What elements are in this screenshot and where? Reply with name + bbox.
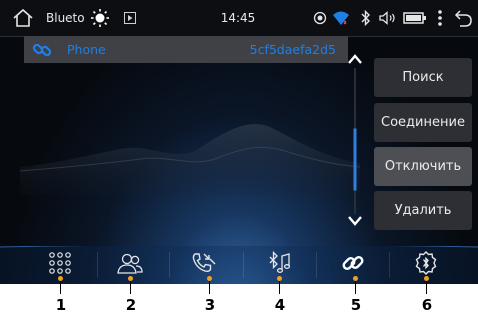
link-icon <box>32 40 52 64</box>
more-menu-icon[interactable] <box>432 0 448 36</box>
callout-dot <box>353 276 358 281</box>
contacts-icon <box>116 251 144 279</box>
nav-divider <box>316 252 317 278</box>
back-icon[interactable] <box>452 0 476 36</box>
battery-icon <box>402 0 428 36</box>
nav-divider <box>243 252 244 278</box>
callout-label-6: 6 <box>421 296 433 314</box>
nav-divider <box>169 252 170 278</box>
nav-divider <box>97 252 98 278</box>
call-log-icon <box>190 251 216 279</box>
delete-button[interactable]: Удалить <box>374 191 472 230</box>
nav-divider <box>389 252 390 278</box>
callout-label-3: 3 <box>204 296 216 314</box>
device-name: Phone <box>67 42 106 57</box>
brightness-icon[interactable] <box>88 0 112 36</box>
paired-device-row[interactable]: Phone 5cf5daefa2d5 <box>24 36 348 63</box>
media-play-icon <box>122 0 138 36</box>
clock: 14:45 <box>220 11 256 25</box>
apps-grid-icon <box>48 251 72 279</box>
app-title: Blueto <box>46 11 85 25</box>
callout-dot <box>277 276 282 281</box>
callout-label-5: 5 <box>350 296 362 314</box>
callout-label-1: 1 <box>55 296 67 314</box>
connect-button[interactable]: Соединение <box>374 103 472 142</box>
callout-dot <box>58 276 63 281</box>
nav-call-log-button[interactable] <box>173 246 233 284</box>
location-icon <box>312 0 328 36</box>
list-scrollbar[interactable] <box>346 50 364 230</box>
callout-label-4: 4 <box>274 296 286 314</box>
disconnect-button[interactable]: Отключить <box>374 147 472 186</box>
waveform-decoration <box>20 124 360 195</box>
wifi-icon <box>330 0 352 36</box>
callout-dot <box>128 276 133 281</box>
volume-icon[interactable] <box>378 0 398 36</box>
search-button[interactable]: Поиск <box>374 58 472 97</box>
status-bar: Blueto 14:45 <box>0 0 478 37</box>
callout-dot <box>424 276 429 281</box>
callout-label-2: 2 <box>125 296 137 314</box>
bluetooth-icon <box>358 0 374 36</box>
device-address: 5cf5daefa2d5 <box>249 42 336 57</box>
home-icon[interactable] <box>8 0 38 36</box>
bluetooth-screen: Blueto 14:45 Phone 5cf5daefa2d5 Поиск Со… <box>0 0 478 284</box>
callout-dot <box>207 276 212 281</box>
